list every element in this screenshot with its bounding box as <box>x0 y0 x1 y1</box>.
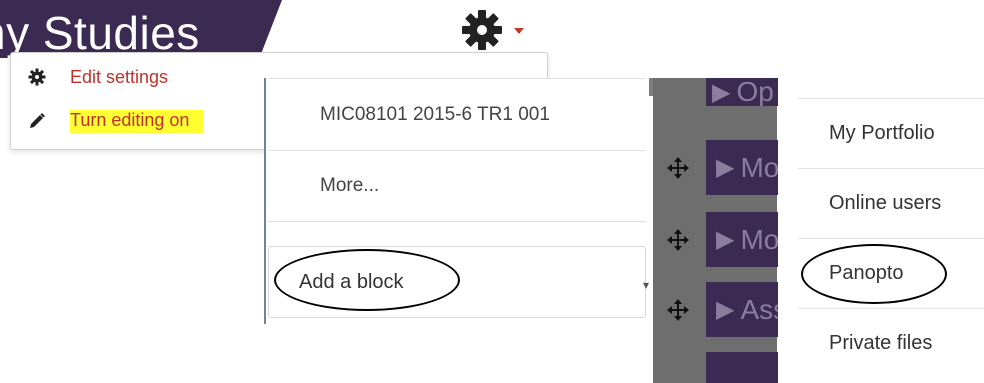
menu-item-label: Edit settings <box>70 66 169 87</box>
course-label: MIC08101 2015-6 TR1 001 <box>320 103 550 125</box>
select-arrow-icon[interactable]: ▾ <box>643 278 653 292</box>
nav-item-label: Private files <box>829 332 933 354</box>
module-tile[interactable]: ▶ Op <box>706 78 778 106</box>
module-tile[interactable] <box>706 352 778 383</box>
module-label: Op <box>736 78 774 106</box>
triangle-right-icon: ▶ <box>716 154 735 181</box>
annotation-ellipse <box>274 249 460 311</box>
course-link[interactable]: MIC08101 2015-6 TR1 001 <box>268 78 646 150</box>
triangle-right-icon: ▶ <box>712 78 731 106</box>
menu-item-edit-settings[interactable]: Edit settings <box>28 62 168 92</box>
nav-item-label: My Portfolio <box>829 122 935 144</box>
more-label: More... <box>320 175 380 196</box>
banner-title: ny Studies <box>0 7 200 58</box>
nav-item-my-portfolio[interactable]: My Portfolio <box>798 98 984 168</box>
move-icon[interactable] <box>667 157 689 179</box>
nav-item-private-files[interactable]: Private files <box>798 308 984 378</box>
triangle-right-icon: ▶ <box>716 226 735 253</box>
gear-icon <box>28 68 46 86</box>
site-banner: ny Studies <box>0 0 282 58</box>
module-label: Ass <box>740 293 778 325</box>
nav-item-label: Online users <box>829 192 942 214</box>
module-label: Mo <box>740 151 778 183</box>
annotation-ellipse <box>801 244 947 304</box>
module-label: Mo <box>740 223 778 255</box>
more-link[interactable]: More... <box>268 150 646 222</box>
settings-trigger-area <box>282 0 552 58</box>
module-tile[interactable]: ▶ Mo <box>706 140 778 195</box>
menu-item-turn-editing-on[interactable]: Turn editing on <box>28 106 204 136</box>
pencil-icon <box>28 112 46 130</box>
triangle-right-icon: ▶ <box>716 296 735 323</box>
menu-item-label: Turn editing on <box>70 109 204 133</box>
caret-down-icon[interactable] <box>514 28 524 34</box>
module-tile[interactable]: ▶ Mo <box>706 212 778 267</box>
gear-icon[interactable] <box>460 8 504 52</box>
module-tile[interactable]: ▶ Ass <box>706 282 778 337</box>
nav-item-online-users[interactable]: Online users <box>798 168 984 238</box>
move-icon[interactable] <box>667 229 689 251</box>
move-icon[interactable] <box>667 299 689 321</box>
